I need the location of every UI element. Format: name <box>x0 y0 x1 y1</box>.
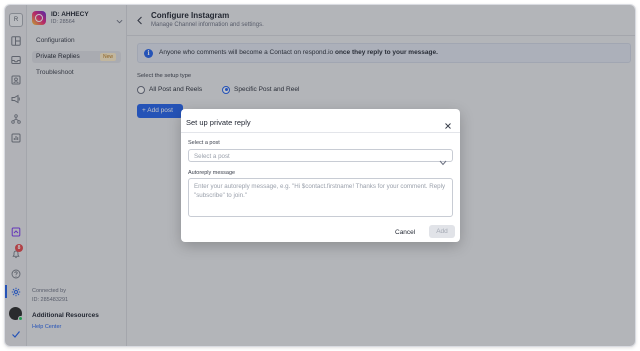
autoreply-message-field[interactable]: Enter your autoreply message, e.g. "Hi $… <box>188 178 453 217</box>
cancel-button[interactable]: Cancel <box>395 229 415 236</box>
post-select-placeholder: Select a post <box>194 153 230 160</box>
post-select[interactable]: Select a post <box>188 149 453 166</box>
private-reply-modal: Set up private reply Select a post Selec… <box>181 109 460 242</box>
chevron-down-icon <box>439 153 447 166</box>
post-select-label: Select a post <box>188 140 220 146</box>
autoreply-message-label: Autoreply message <box>188 170 236 176</box>
autoreply-message-placeholder: Enter your autoreply message, e.g. "Hi $… <box>194 183 446 199</box>
close-icon[interactable] <box>444 117 452 129</box>
modal-divider <box>181 132 460 133</box>
add-button[interactable]: Add <box>429 225 455 238</box>
app-window: R 8 ID: AHHECY ID: 28564 Configuration P… <box>4 4 636 347</box>
modal-title: Set up private reply <box>186 118 251 127</box>
